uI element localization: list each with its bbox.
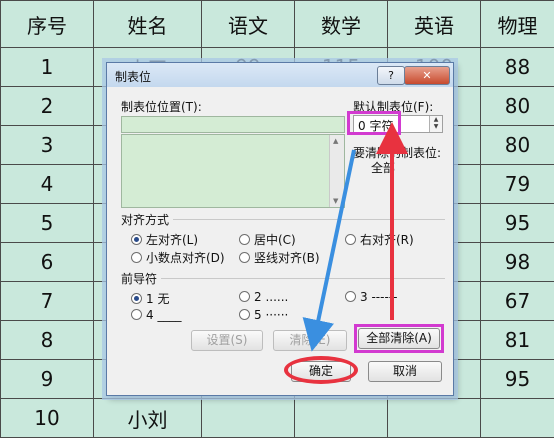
radio-icon bbox=[239, 291, 250, 302]
table-cell: 95 bbox=[481, 360, 554, 399]
table-header-row: 序号姓名语文数学英语物理 bbox=[1, 1, 554, 48]
radio-icon bbox=[131, 309, 142, 320]
table-cell: 95 bbox=[481, 204, 554, 243]
dialog-title: 制表位 bbox=[115, 68, 151, 85]
radio-icon bbox=[131, 293, 142, 304]
table-cell: 88 bbox=[481, 48, 554, 87]
list-scrollbar[interactable]: ▲ ▼ bbox=[329, 135, 344, 207]
table-cell: 3 bbox=[1, 126, 94, 165]
table-cell: 80 bbox=[481, 87, 554, 126]
header-cell: 数学 bbox=[295, 1, 388, 48]
table-cell bbox=[202, 399, 295, 438]
table-cell: 小刘 bbox=[94, 399, 202, 438]
table-cell bbox=[481, 399, 554, 438]
align-center-radio[interactable]: 居中(C) bbox=[239, 231, 296, 248]
table-cell: 7 bbox=[1, 282, 94, 321]
align-decimal-radio[interactable]: 小数点对齐(D) bbox=[131, 249, 225, 266]
alignment-divider bbox=[173, 219, 445, 220]
header-cell: 姓名 bbox=[94, 1, 202, 48]
tab-position-input[interactable] bbox=[121, 116, 345, 133]
spinner-arrows-icon[interactable]: ▲▼ bbox=[429, 116, 442, 132]
leader-section-label: 前导符 bbox=[121, 270, 157, 287]
header-cell: 序号 bbox=[1, 1, 94, 48]
table-cell: 67 bbox=[481, 282, 554, 321]
table-cell: 4 bbox=[1, 165, 94, 204]
header-cell: 语文 bbox=[202, 1, 295, 48]
to-clear-value: 全部 bbox=[371, 159, 395, 176]
close-button[interactable]: ✕ bbox=[404, 66, 450, 85]
tab-position-label: 制表位位置(T): bbox=[121, 98, 202, 115]
highlight-box-default bbox=[347, 111, 401, 135]
set-button[interactable]: 设置(S) bbox=[191, 330, 263, 351]
table-cell: 5 bbox=[1, 204, 94, 243]
cancel-button[interactable]: 取消 bbox=[368, 361, 442, 382]
align-right-radio[interactable]: 右对齐(R) bbox=[345, 231, 414, 248]
leader-middot-radio[interactable]: 5 ······ bbox=[239, 308, 288, 322]
clear-button[interactable]: 清除(E) bbox=[273, 330, 347, 351]
radio-icon bbox=[131, 252, 142, 263]
table-cell: 81 bbox=[481, 321, 554, 360]
scroll-down-icon[interactable]: ▼ bbox=[333, 197, 338, 205]
radio-icon bbox=[239, 234, 250, 245]
radio-icon bbox=[239, 252, 250, 263]
table-cell: 1 bbox=[1, 48, 94, 87]
tab-position-list[interactable]: ▲ ▼ bbox=[121, 134, 345, 208]
table-cell: 2 bbox=[1, 87, 94, 126]
align-bar-radio[interactable]: 竖线对齐(B) bbox=[239, 249, 320, 266]
table-cell: 98 bbox=[481, 243, 554, 282]
table-cell: 6 bbox=[1, 243, 94, 282]
tabs-dialog: 制表位 ? ✕ 制表位位置(T): ▲ ▼ 默认制表位(F): 0 字符 ▲▼ … bbox=[106, 62, 454, 396]
highlight-ellipse-ok bbox=[284, 356, 358, 384]
radio-icon bbox=[345, 234, 356, 245]
scroll-up-icon[interactable]: ▲ bbox=[333, 137, 338, 145]
leader-underline-radio[interactable]: 4 ____ bbox=[131, 308, 181, 322]
table-cell: 8 bbox=[1, 321, 94, 360]
align-left-radio[interactable]: 左对齐(L) bbox=[131, 231, 198, 248]
table-cell: 80 bbox=[481, 126, 554, 165]
table-cell: 10 bbox=[1, 399, 94, 438]
table-row: 10小刘 bbox=[1, 399, 554, 438]
radio-icon bbox=[345, 291, 356, 302]
leader-dashes-radio[interactable]: 3 ------ bbox=[345, 290, 397, 304]
alignment-section-label: 对齐方式 bbox=[121, 211, 169, 228]
leader-none-radio[interactable]: 1 无 bbox=[131, 290, 169, 307]
header-cell: 英语 bbox=[388, 1, 481, 48]
highlight-box-clear-all bbox=[354, 324, 444, 353]
to-clear-label: 要清除的制表位: bbox=[353, 144, 441, 161]
leader-divider bbox=[161, 278, 445, 279]
leader-dots-radio[interactable]: 2 ...... bbox=[239, 290, 288, 304]
dialog-titlebar[interactable]: 制表位 ? ✕ bbox=[107, 63, 453, 87]
radio-icon bbox=[131, 234, 142, 245]
table-cell bbox=[295, 399, 388, 438]
help-button[interactable]: ? bbox=[377, 66, 405, 85]
table-cell: 9 bbox=[1, 360, 94, 399]
table-cell bbox=[388, 399, 481, 438]
table-cell: 79 bbox=[481, 165, 554, 204]
radio-icon bbox=[239, 309, 250, 320]
header-cell: 物理 bbox=[481, 1, 554, 48]
